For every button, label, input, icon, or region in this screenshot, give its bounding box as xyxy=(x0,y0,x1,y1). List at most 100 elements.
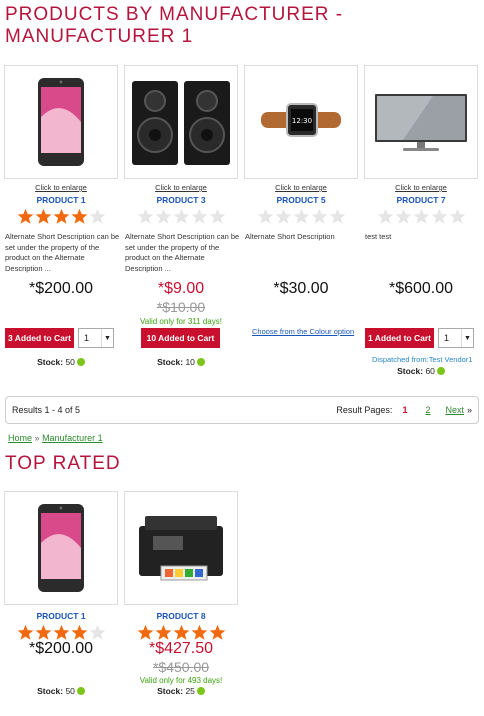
offer-validity: Valid only for 493 days! xyxy=(139,676,223,685)
offer-validity: Valid only for 311 days! xyxy=(140,317,222,326)
rating-stars xyxy=(124,208,238,228)
star-icon xyxy=(155,624,171,640)
page-2-link[interactable]: 2 xyxy=(425,405,430,415)
star-icon xyxy=(71,208,87,224)
current-page: 1 xyxy=(402,405,408,415)
star-icon xyxy=(293,208,309,224)
star-icon xyxy=(35,624,51,640)
star-icon xyxy=(431,208,447,224)
quantity-value: 1 xyxy=(84,333,90,343)
pagination-bar: Results 1 - 4 of 5 Result Pages: 1 2 Nex… xyxy=(5,396,479,424)
smartphone-image xyxy=(38,504,84,592)
product-image-link[interactable]: 12:30 xyxy=(244,65,358,179)
star-icon xyxy=(137,624,153,640)
next-arrow: » xyxy=(466,405,472,415)
stock-indicator: Stock: 10 xyxy=(124,357,238,367)
rating-stars xyxy=(4,208,118,228)
dispatch-vendor: Dispatched from:Test Vendor1 xyxy=(372,355,473,364)
star-icon xyxy=(35,208,51,224)
chevron-down-icon: ▼ xyxy=(101,329,113,347)
breadcrumb: Home » Manufacturer 1 xyxy=(8,433,103,443)
star-icon xyxy=(173,208,189,224)
star-icon xyxy=(209,208,225,224)
product-sale-price: *$427.50 xyxy=(148,640,214,657)
stock-indicator: Stock: 60 xyxy=(364,366,478,376)
quantity-select[interactable]: 1 ▼ xyxy=(438,328,474,348)
star-icon xyxy=(311,208,327,224)
product-card: Click to enlarge PRODUCT 3 xyxy=(124,65,238,228)
quantity-value: 1 xyxy=(444,333,450,343)
quantity-select[interactable]: 1 ▼ xyxy=(78,328,114,348)
star-icon xyxy=(53,208,69,224)
rating-stars xyxy=(364,208,478,228)
star-icon xyxy=(449,208,465,224)
product-image-link[interactable] xyxy=(364,65,478,179)
star-icon xyxy=(209,624,225,640)
chevron-down-icon: ▼ xyxy=(461,329,473,347)
add-to-cart-button[interactable]: 1 Added to Cart xyxy=(365,328,434,348)
stock-status-icon xyxy=(436,367,445,375)
product-old-price: *$450.00 xyxy=(152,659,210,675)
stock-status-icon xyxy=(76,687,85,695)
star-icon xyxy=(413,208,429,224)
product-image-link[interactable] xyxy=(4,491,118,605)
product-description: Alternate Short Description can be set u… xyxy=(125,232,240,273)
star-icon xyxy=(71,624,87,640)
product-description: Alternate Short Description xyxy=(245,232,335,241)
click-to-enlarge-link[interactable]: Click to enlarge xyxy=(124,183,238,193)
breadcrumb-home-link[interactable]: Home xyxy=(8,433,32,443)
section-title-top-rated: TOP RATED xyxy=(5,453,121,474)
product-card: Click to enlarge PRODUCT 1 xyxy=(4,65,118,228)
click-to-enlarge-link[interactable]: Click to enlarge xyxy=(244,183,358,193)
star-icon xyxy=(377,208,393,224)
rating-stars xyxy=(244,208,358,228)
add-to-cart-button[interactable]: 3 Added to Cart xyxy=(5,328,74,348)
svg-text:12:30: 12:30 xyxy=(292,117,312,125)
product-description: test test xyxy=(365,232,392,241)
product-description: Alternate Short Description can be set u… xyxy=(5,232,120,273)
stock-indicator: Stock: 50 xyxy=(4,357,118,367)
product-name-link[interactable]: PRODUCT 3 xyxy=(124,195,238,205)
star-icon xyxy=(89,208,105,224)
star-icon xyxy=(395,208,411,224)
product-sale-price: *$9.00 xyxy=(157,280,205,297)
product-card: PRODUCT 1 xyxy=(4,491,118,644)
click-to-enlarge-link[interactable]: Click to enlarge xyxy=(4,183,118,193)
product-name-link[interactable]: PRODUCT 8 xyxy=(124,611,238,621)
stock-indicator: Stock: 25 xyxy=(124,686,238,696)
star-icon xyxy=(173,624,189,640)
next-page-link[interactable]: Next xyxy=(445,405,464,415)
product-name-link[interactable]: PRODUCT 7 xyxy=(364,195,478,205)
star-icon xyxy=(137,208,153,224)
stock-indicator: Stock: 50 xyxy=(4,686,118,696)
product-name-link[interactable]: PRODUCT 1 xyxy=(4,611,118,621)
add-to-cart-button[interactable]: 10 Added to Cart xyxy=(141,328,220,348)
product-old-price: *$10.00 xyxy=(156,299,206,315)
stock-status-icon xyxy=(196,358,205,366)
product-price: *$200.00 xyxy=(28,280,94,297)
choose-colour-link[interactable]: Choose from the Colour option xyxy=(252,327,354,336)
product-price: *$200.00 xyxy=(28,640,94,657)
breadcrumb-current-link[interactable]: Manufacturer 1 xyxy=(42,433,103,443)
product-image-link[interactable] xyxy=(124,65,238,179)
product-image-link[interactable] xyxy=(4,65,118,179)
star-icon xyxy=(191,624,207,640)
star-icon xyxy=(191,208,207,224)
star-icon xyxy=(275,208,291,224)
product-price: *$600.00 xyxy=(388,280,454,297)
star-icon xyxy=(53,624,69,640)
product-price: *$30.00 xyxy=(273,280,329,297)
star-icon xyxy=(329,208,345,224)
star-icon xyxy=(17,208,33,224)
printer-image xyxy=(139,516,223,581)
star-icon xyxy=(17,624,33,640)
product-card: 12:30 Click to enlarge PRODUCT 5 xyxy=(244,65,358,228)
speakers-image xyxy=(132,81,230,165)
section-title-manufacturer: PRODUCTS BY MANUFACTURER - MANUFACTURER … xyxy=(5,4,344,47)
product-name-link[interactable]: PRODUCT 5 xyxy=(244,195,358,205)
click-to-enlarge-link[interactable]: Click to enlarge xyxy=(364,183,478,193)
smartphone-image xyxy=(38,78,84,166)
product-image-link[interactable] xyxy=(124,491,238,605)
product-name-link[interactable]: PRODUCT 1 xyxy=(4,195,118,205)
smartwatch-image: 12:30 xyxy=(261,103,341,137)
